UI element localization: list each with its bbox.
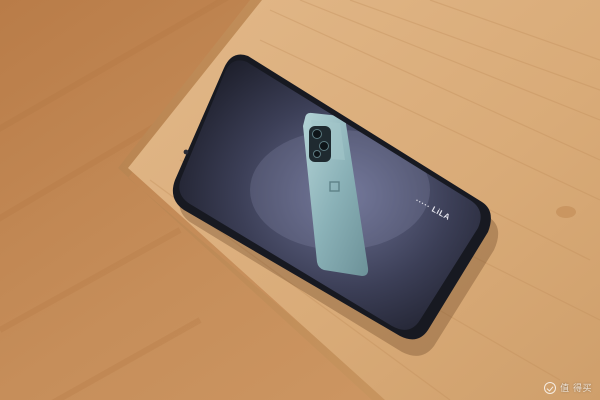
watermark-text: 值 得买 xyxy=(560,384,592,394)
camera-module xyxy=(309,126,331,162)
watermark: 值 得买 xyxy=(544,381,592,394)
checkmark-circle-icon xyxy=(544,381,557,394)
photo-scene xyxy=(0,0,600,400)
wood-knot xyxy=(556,206,576,218)
front-camera-icon xyxy=(183,149,189,155)
